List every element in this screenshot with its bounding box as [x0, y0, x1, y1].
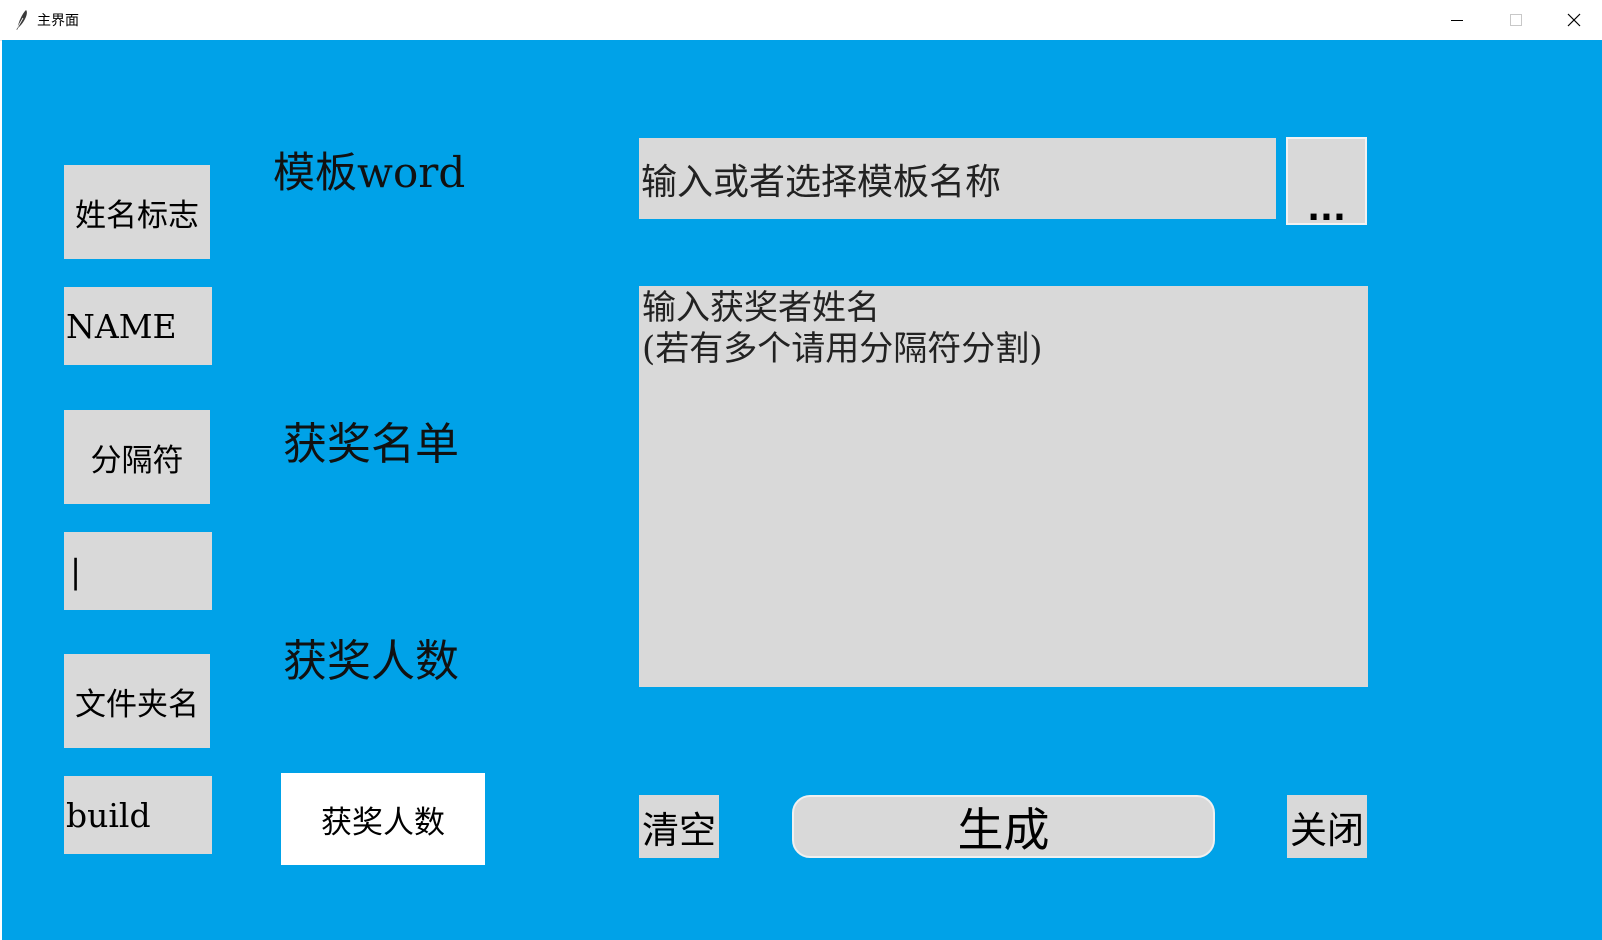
- name-flag-button[interactable]: 姓名标志: [64, 165, 210, 259]
- close-icon: [1567, 13, 1581, 27]
- close-window-button[interactable]: [1545, 0, 1602, 40]
- winner-count-button[interactable]: 获奖人数: [281, 773, 485, 865]
- template-name-input[interactable]: 输入或者选择模板名称: [639, 138, 1276, 219]
- maximize-button[interactable]: [1487, 0, 1545, 40]
- name-flag-input[interactable]: NAME: [64, 287, 212, 365]
- winner-names-textarea[interactable]: 输入获奖者姓名 (若有多个请用分隔符分割): [639, 286, 1368, 687]
- clear-button[interactable]: 清空: [639, 795, 719, 858]
- window-title: 主界面: [37, 13, 79, 29]
- main-panel: 姓名标志 NAME 分隔符 | 文件夹名 build 模板word 获奖名单 获…: [2, 40, 1602, 940]
- generate-button[interactable]: 生成: [792, 795, 1215, 858]
- minimize-icon: [1451, 20, 1463, 21]
- browse-ellipsis: ...: [1307, 189, 1346, 229]
- winners-list-label: 获奖名单: [283, 419, 459, 470]
- separator-button[interactable]: 分隔符: [64, 410, 210, 504]
- close-button[interactable]: 关闭: [1287, 795, 1367, 858]
- main-window: 主界面 姓名标志 NAME 分隔符 | 文件夹名 build 模板word 获奖…: [0, 0, 1602, 940]
- template-word-label: 模板word: [273, 148, 466, 197]
- folder-name-button[interactable]: 文件夹名: [64, 654, 210, 748]
- minimize-button[interactable]: [1428, 0, 1486, 40]
- maximize-icon: [1510, 14, 1522, 26]
- feather-icon: [16, 10, 27, 30]
- winner-count-label: 获奖人数: [283, 636, 459, 687]
- title-bar: 主界面: [0, 0, 1602, 41]
- folder-name-input[interactable]: build: [64, 776, 212, 854]
- separator-input[interactable]: |: [64, 532, 212, 610]
- browse-button[interactable]: ...: [1286, 137, 1367, 229]
